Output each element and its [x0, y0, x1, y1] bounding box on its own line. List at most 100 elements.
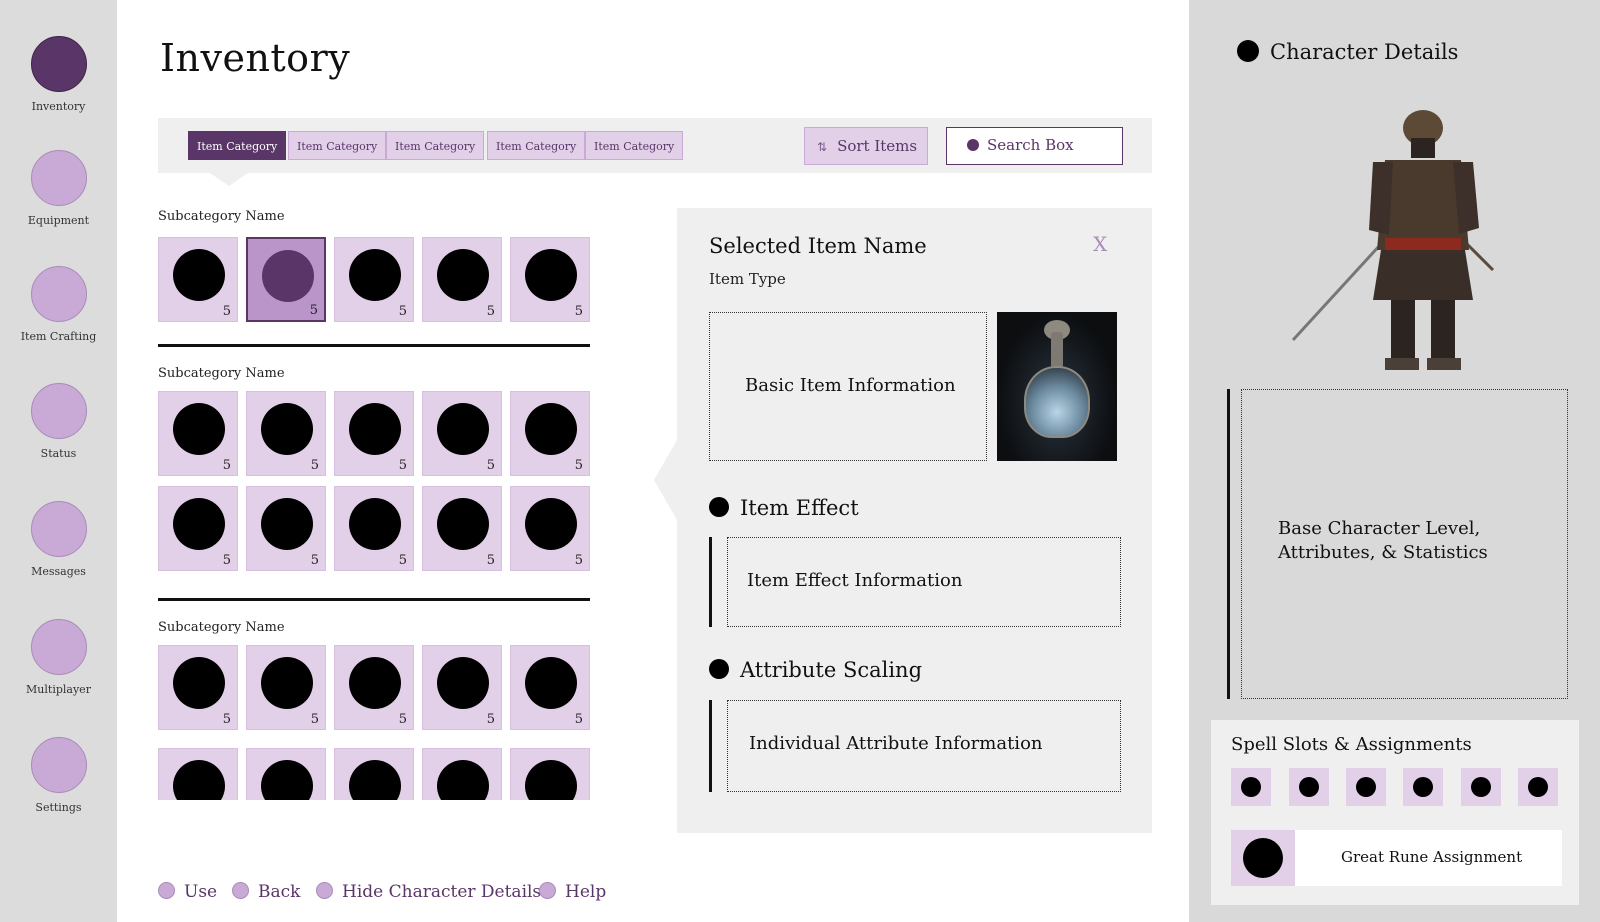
use-button[interactable]: Use	[158, 882, 217, 902]
item-icon	[525, 657, 577, 709]
spell-slot[interactable]	[1231, 768, 1271, 806]
tab-item-category-4[interactable]: Item Category	[487, 131, 586, 160]
item-quantity: 5	[574, 458, 583, 473]
right-foot	[1427, 358, 1461, 370]
item-icon	[173, 760, 225, 800]
inventory-slot[interactable]: 5	[158, 391, 238, 476]
search-input[interactable]: Search Box	[946, 127, 1123, 165]
inventory-slot[interactable]: 5	[422, 237, 502, 322]
subcategory-title: Subcategory Name	[158, 366, 285, 381]
sort-arrows-icon: ⇅	[817, 140, 828, 154]
sort-items-button[interactable]: ⇅ Sort Items	[804, 127, 928, 165]
spell-slot[interactable]	[1289, 768, 1329, 806]
help-button[interactable]: Help	[539, 882, 606, 902]
sidebar-item-settings[interactable]: Settings	[0, 737, 117, 814]
button-prompt-icon	[316, 882, 333, 899]
face-mask	[1411, 138, 1435, 158]
item-quantity: 5	[486, 553, 495, 568]
item-icon	[437, 657, 489, 709]
spell-slot[interactable]	[1346, 768, 1386, 806]
selected-item-name: Selected Item Name	[709, 234, 927, 258]
inventory-slot[interactable]: 5	[246, 486, 326, 571]
spell-icon	[1413, 777, 1433, 797]
attribute-accent-bar	[709, 700, 712, 792]
spell-icon	[1356, 777, 1376, 797]
inventory-slot[interactable]: 5	[422, 645, 502, 730]
stats-line-1: Base Character Level,	[1278, 518, 1481, 539]
character-details-title: Character Details	[1237, 40, 1458, 64]
tab-item-category-1[interactable]: Item Category	[188, 131, 287, 160]
red-sash	[1385, 238, 1461, 250]
inventory-slot[interactable]: 5	[158, 486, 238, 571]
great-rune-slot	[1231, 830, 1295, 886]
inventory-slot[interactable]: 5	[158, 237, 238, 322]
tab-item-category-2[interactable]: Item Category	[288, 131, 387, 160]
inventory-slot[interactable]: 5	[334, 748, 414, 800]
bullet-icon	[1237, 40, 1259, 62]
equipment-icon	[30, 150, 87, 206]
item-quantity: 5	[310, 458, 319, 473]
sidebar-item-label: Equipment	[27, 214, 90, 227]
sidebar-item-status[interactable]: Status	[0, 383, 117, 460]
inventory-slot[interactable]: 5	[334, 645, 414, 730]
item-icon	[525, 403, 577, 455]
inventory-slot[interactable]: 5	[422, 391, 502, 476]
inventory-slot[interactable]: 5	[510, 645, 590, 730]
item-quantity: 5	[310, 553, 319, 568]
item-effect-heading: Item Effect	[709, 496, 859, 520]
close-icon[interactable]: X	[1093, 232, 1107, 256]
sidebar-item-equipment[interactable]: Equipment	[0, 150, 117, 227]
inventory-toolbar: Item Category Item Category Item Categor…	[158, 118, 1152, 173]
inventory-slot[interactable]: 5	[246, 237, 326, 322]
tab-item-category-3[interactable]: Item Category	[386, 131, 485, 160]
spell-slot[interactable]	[1461, 768, 1501, 806]
item-quantity: 5	[398, 458, 407, 473]
attribute-information: Individual Attribute Information	[727, 700, 1121, 792]
inventory-slot[interactable]: 5	[334, 237, 414, 322]
spell-slot[interactable]	[1403, 768, 1443, 806]
item-quantity: 5	[486, 458, 495, 473]
hide-character-details-button[interactable]: Hide Character Details	[316, 882, 541, 902]
inventory-slot[interactable]: 5	[334, 391, 414, 476]
item-icon	[525, 498, 577, 550]
sidebar-item-messages[interactable]: Messages	[0, 501, 117, 578]
inventory-slot[interactable]: 5	[246, 645, 326, 730]
inventory-slot[interactable]: 5	[158, 748, 238, 800]
inventory-slot[interactable]: 5	[510, 391, 590, 476]
inventory-slot[interactable]: 5	[510, 237, 590, 322]
inventory-slot[interactable]: 5	[158, 645, 238, 730]
effect-accent-bar	[709, 537, 712, 627]
inventory-slot[interactable]: 5	[246, 391, 326, 476]
item-quantity: 5	[574, 553, 583, 568]
item-icon	[525, 760, 577, 800]
inventory-slot[interactable]: 5	[510, 748, 590, 800]
sort-items-label: Sort Items	[837, 137, 918, 155]
inventory-slot[interactable]: 5	[422, 748, 502, 800]
subcategory-title: Subcategory Name	[158, 209, 285, 224]
item-quantity: 5	[222, 458, 231, 473]
sidebar-item-multiplayer[interactable]: Multiplayer	[0, 619, 117, 696]
item-quantity: 5	[398, 712, 407, 727]
item-icon	[437, 403, 489, 455]
item-icon	[437, 498, 489, 550]
inventory-slot[interactable]: 5	[334, 486, 414, 571]
inventory-slot[interactable]: 5	[246, 748, 326, 800]
spell-slot[interactable]	[1518, 768, 1558, 806]
item-quantity: 5	[574, 304, 583, 319]
use-label: Use	[184, 882, 218, 902]
sidebar-item-label: Multiplayer	[26, 683, 91, 696]
spell-slots-title: Spell Slots & Assignments	[1231, 734, 1472, 755]
sidebar-item-item-crafting[interactable]: Item Crafting	[0, 266, 117, 343]
inventory-slot[interactable]: 5	[422, 486, 502, 571]
inventory-slot[interactable]: 5	[510, 486, 590, 571]
great-rune-assignment[interactable]: Great Rune Assignment	[1231, 830, 1562, 886]
inventory-icon	[30, 36, 87, 92]
sidebar-item-inventory[interactable]: Inventory	[0, 36, 117, 113]
multiplayer-icon	[30, 619, 87, 675]
item-quantity: 5	[310, 712, 319, 727]
item-icon	[173, 657, 225, 709]
left-leg	[1391, 300, 1415, 362]
status-icon	[30, 383, 87, 439]
back-button[interactable]: Back	[232, 882, 300, 902]
tab-item-category-5[interactable]: Item Category	[585, 131, 684, 160]
